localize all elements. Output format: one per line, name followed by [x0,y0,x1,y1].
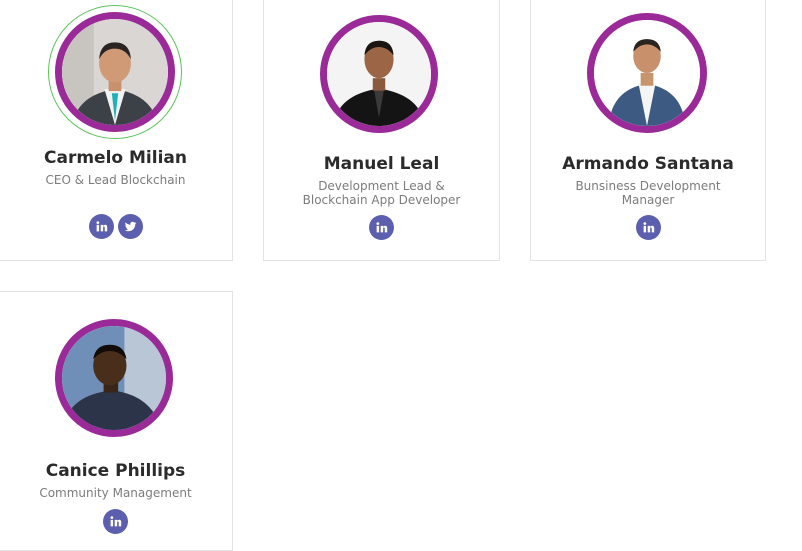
member-role: CEO & Lead Blockchain [45,173,186,187]
linkedin-icon[interactable] [369,215,394,240]
team-card-canice-phillips: Canice Phillips Community Management [0,291,233,551]
avatar[interactable] [62,19,168,125]
twitter-icon[interactable] [117,214,143,239]
team-card-carmelo-milian: Carmelo Milian CEO & Lead Blockchain [0,0,233,261]
team-card-manuel-leal: Manuel Leal Development Lead & Blockchai… [263,0,500,261]
avatar[interactable] [327,22,431,126]
social-links [0,214,232,239]
member-role: Bunsiness Development Manager [575,179,721,207]
member-name: Manuel Leal [323,154,440,174]
member-name: Canice Phillips [45,461,186,481]
linkedin-icon[interactable] [635,215,661,240]
member-role: Community Management [39,486,192,500]
member-name: Armando Santana [562,154,734,174]
member-role: Development Lead & Blockchain App Develo… [302,179,461,207]
team-card-armando-santana: Armando Santana Bunsiness Development Ma… [530,0,766,261]
social-links [264,215,499,240]
avatar[interactable] [594,20,700,126]
linkedin-icon[interactable] [88,214,114,239]
social-links [0,509,232,534]
social-links [531,215,765,240]
member-name: Carmelo Milian [44,148,187,168]
linkedin-icon[interactable] [103,509,128,534]
avatar[interactable] [62,326,166,430]
